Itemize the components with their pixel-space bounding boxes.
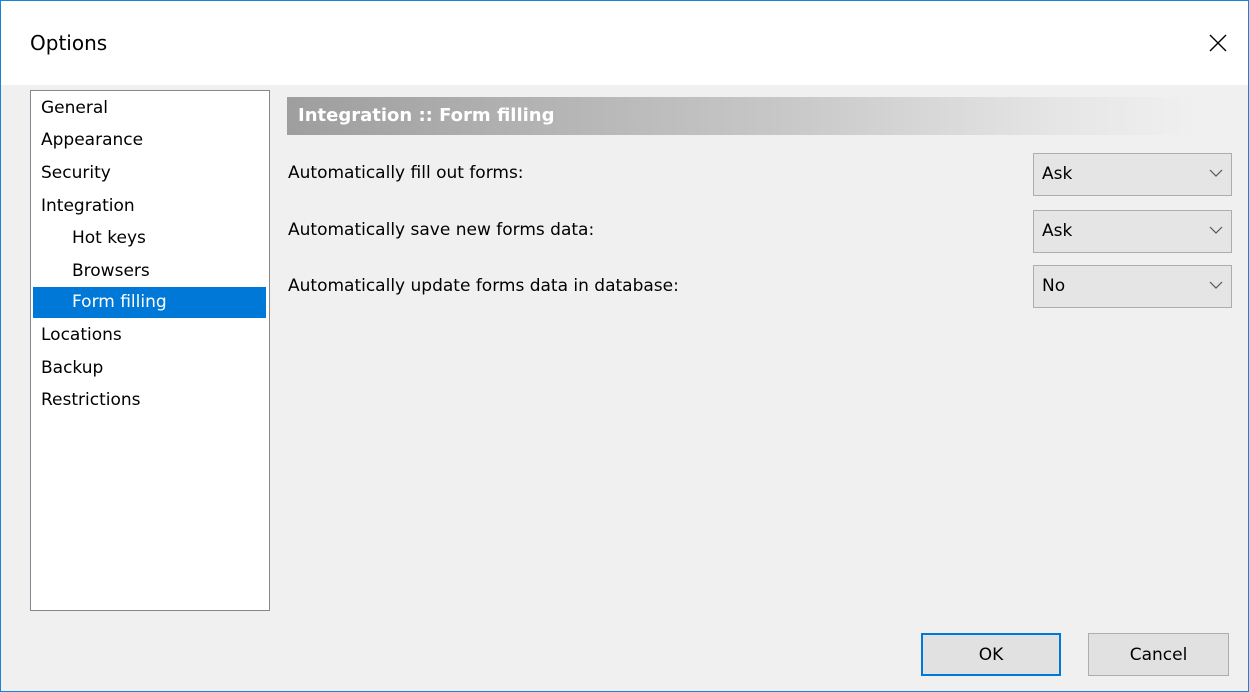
nav-item-form-filling[interactable]: Form filling	[33, 287, 266, 318]
nav-item-browsers[interactable]: Browsers	[33, 256, 266, 287]
cancel-button[interactable]: Cancel	[1088, 633, 1229, 676]
chevron-down-icon	[1209, 281, 1223, 289]
save-forms-value: Ask	[1042, 221, 1073, 241]
update-forms-label: Automatically update forms data in datab…	[288, 276, 679, 296]
nav-item-hot-keys[interactable]: Hot keys	[33, 223, 266, 254]
save-forms-label: Automatically save new forms data:	[288, 220, 595, 240]
nav-item-appearance[interactable]: Appearance	[33, 125, 266, 156]
save-forms-select[interactable]: Ask	[1033, 210, 1232, 253]
close-button[interactable]	[1188, 1, 1248, 85]
nav-item-general[interactable]: General	[33, 93, 266, 124]
nav-item-locations[interactable]: Locations	[33, 320, 266, 351]
ok-button[interactable]: OK	[921, 633, 1061, 676]
options-dialog: Options General Appearance Security Inte…	[0, 0, 1249, 692]
chevron-down-icon	[1209, 169, 1223, 177]
nav-item-security[interactable]: Security	[33, 158, 266, 189]
options-category-tree[interactable]: General Appearance Security Integration …	[30, 90, 270, 611]
fill-forms-value: Ask	[1042, 164, 1073, 184]
window-title: Options	[30, 31, 108, 55]
fill-forms-select[interactable]: Ask	[1033, 153, 1232, 196]
title-bar: Options	[1, 1, 1248, 85]
close-icon	[1209, 34, 1227, 52]
update-forms-select[interactable]: No	[1033, 265, 1232, 308]
nav-item-backup[interactable]: Backup	[33, 353, 266, 384]
section-header: Integration :: Form filling	[287, 97, 1199, 135]
chevron-down-icon	[1209, 226, 1223, 234]
nav-item-integration[interactable]: Integration	[33, 191, 266, 222]
update-forms-value: No	[1042, 276, 1066, 296]
nav-item-restrictions[interactable]: Restrictions	[33, 385, 266, 416]
fill-forms-label: Automatically fill out forms:	[288, 163, 524, 183]
